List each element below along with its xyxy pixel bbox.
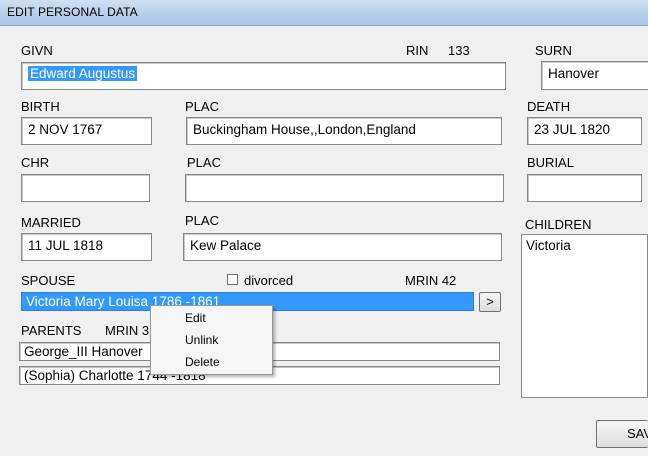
- birth-date-field[interactable]: 2 NOV 1767: [21, 117, 152, 145]
- spouse-next-button[interactable]: >: [479, 292, 501, 312]
- rin-value: 133: [448, 43, 470, 58]
- christening-place-field[interactable]: [185, 174, 504, 202]
- chr-label: CHR: [21, 155, 50, 170]
- divorced-label: divorced: [244, 273, 294, 288]
- death-date-field[interactable]: 23 JUL 1820: [527, 117, 642, 145]
- marriage-date-field[interactable]: 11 JUL 1818: [21, 233, 152, 261]
- rin-label: RIN: [406, 43, 429, 58]
- given-name-field[interactable]: Edward Augustus: [21, 62, 506, 90]
- child-item[interactable]: Victoria: [526, 238, 571, 253]
- birth-label: BIRTH: [21, 99, 60, 114]
- surname-field[interactable]: Hanover: [541, 61, 648, 90]
- burial-label: BURIAL: [527, 155, 574, 170]
- children-label: CHILDREN: [525, 217, 592, 232]
- married-label: MARRIED: [21, 215, 81, 230]
- marriage-place-label: PLAC: [185, 213, 219, 228]
- birth-place-label: PLAC: [185, 99, 219, 114]
- burial-date-field[interactable]: [527, 174, 642, 202]
- spouse-label: SPOUSE: [21, 273, 76, 288]
- save-button[interactable]: SAV: [596, 420, 648, 448]
- givn-label: GIVN: [21, 43, 53, 58]
- parents-label: PARENTS: [21, 323, 82, 338]
- christening-date-field[interactable]: [21, 174, 150, 202]
- menu-item-delete[interactable]: Delete: [185, 355, 220, 369]
- menu-item-edit[interactable]: Edit: [185, 311, 206, 325]
- marriage-place-field[interactable]: Kew Palace: [183, 233, 502, 261]
- chr-place-label: PLAC: [187, 155, 221, 170]
- frame-divider: [0, 25, 648, 26]
- birth-place-field[interactable]: Buckingham House,,London,England: [186, 117, 502, 145]
- surn-label: SURN: [535, 43, 572, 58]
- window-title: EDIT PERSONAL DATA: [7, 5, 138, 19]
- death-label: DEATH: [527, 99, 571, 114]
- context-menu: Edit Unlink Delete: [150, 305, 273, 375]
- children-list[interactable]: Victoria: [521, 234, 648, 398]
- spouse-mrin-label: MRIN 42: [405, 273, 457, 288]
- given-name-value: Edward Augustus: [28, 66, 138, 81]
- divorced-checkbox[interactable]: [227, 274, 238, 285]
- parents-mrin-label: MRIN 3: [105, 323, 150, 338]
- menu-item-unlink[interactable]: Unlink: [185, 333, 218, 347]
